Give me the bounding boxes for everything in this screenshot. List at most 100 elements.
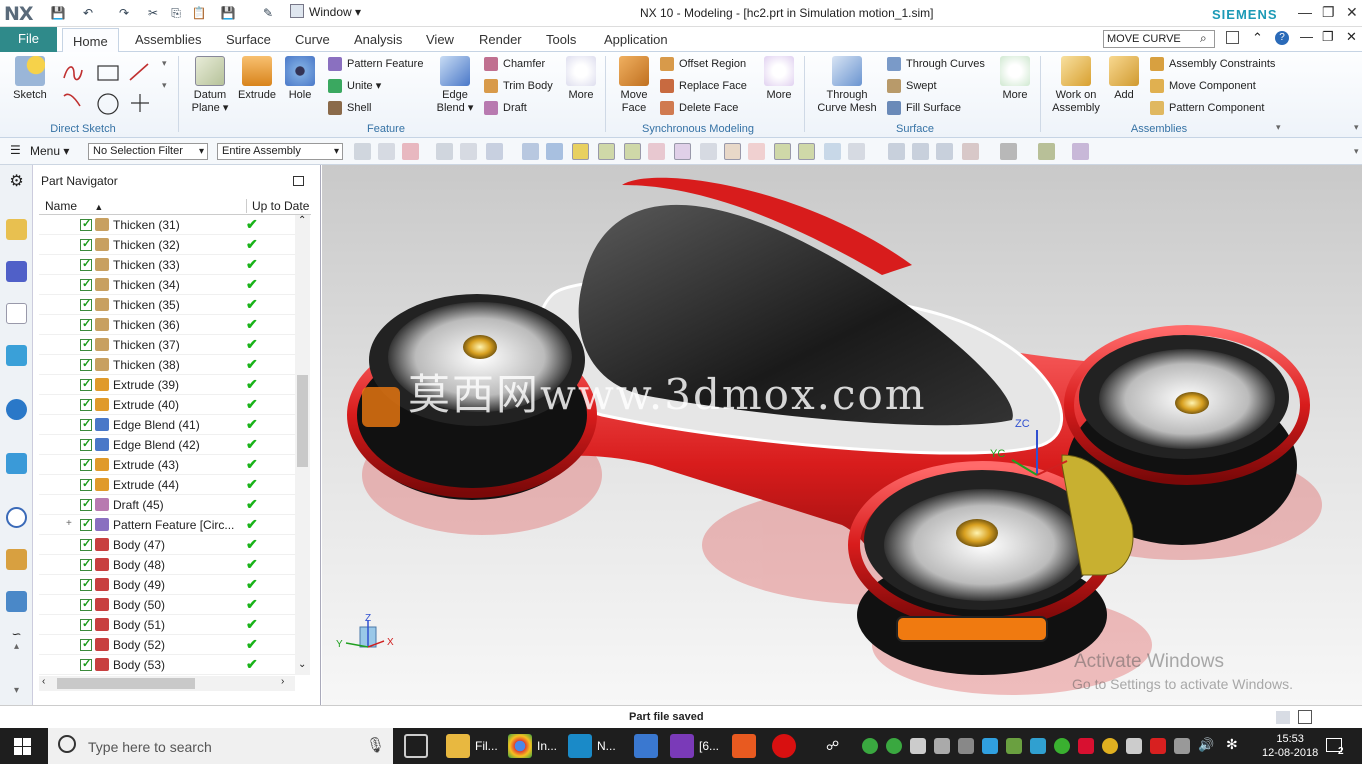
replace-face-button[interactable]: Replace Face xyxy=(660,78,747,94)
pattern-component-button[interactable]: Pattern Component xyxy=(1150,100,1264,116)
onedrive-icon[interactable] xyxy=(958,738,974,754)
intersection-icon[interactable] xyxy=(700,143,717,160)
selection-filter-dropdown[interactable]: No Selection Filter xyxy=(88,143,208,160)
monitor-app-icon[interactable] xyxy=(634,734,658,758)
collapse-ribbon-icon[interactable]: ⌃ xyxy=(1252,30,1263,46)
selection-scope-dropdown[interactable]: Entire Assembly xyxy=(217,143,343,160)
column-uptodate-header[interactable]: Up to Date xyxy=(246,199,309,213)
tab-assemblies[interactable]: Assemblies xyxy=(125,27,211,52)
bounded-grid-icon[interactable] xyxy=(848,143,865,160)
visibility-checkbox[interactable] xyxy=(80,357,92,371)
toolbar-expand-icon[interactable]: ▾ xyxy=(1354,146,1359,157)
horizontal-scrollbar[interactable]: ‹ › xyxy=(39,676,295,691)
edge-blend-button[interactable]: Edge Blend ▾ xyxy=(434,56,476,115)
extrude-button[interactable]: Extrude xyxy=(236,56,278,102)
tree-row[interactable]: Thicken (37) ✔ xyxy=(39,335,295,355)
tree-row[interactable]: Thicken (31) ✔ xyxy=(39,215,295,235)
menu-button[interactable]: Menu ▾ xyxy=(30,144,69,158)
curve-snap-icon[interactable] xyxy=(648,143,665,160)
undo-icon[interactable]: ↶ xyxy=(80,5,96,21)
paste-icon[interactable]: 📋 xyxy=(191,5,207,21)
tray-app-1-icon[interactable] xyxy=(862,738,878,754)
tray-app-4-icon[interactable] xyxy=(934,738,950,754)
tray-app-8-icon[interactable] xyxy=(1054,738,1070,754)
tree-row[interactable]: Thicken (38) ✔ xyxy=(39,355,295,375)
tray-app-9-icon[interactable] xyxy=(1078,738,1094,754)
render-style-icon[interactable] xyxy=(1000,143,1017,160)
brightness-icon[interactable]: ✻ xyxy=(1226,736,1238,753)
point-on-curve-icon[interactable] xyxy=(798,143,815,160)
file-explorer-label[interactable]: Fil... xyxy=(475,739,498,753)
surface-more-button[interactable]: More xyxy=(998,56,1032,102)
tab-curve[interactable]: Curve xyxy=(285,27,340,52)
scroll-right-icon[interactable]: › xyxy=(281,676,284,687)
ribbon-expand-icon[interactable]: ▾ xyxy=(1354,122,1359,133)
direct-sketch-curve-tools[interactable] xyxy=(60,60,160,120)
group-expand-icon[interactable]: ▾ xyxy=(1276,122,1281,133)
visibility-checkbox[interactable] xyxy=(80,417,92,431)
maximize-panel-icon[interactable] xyxy=(293,176,304,186)
orient-view-icon[interactable] xyxy=(962,143,979,160)
delete-face-button[interactable]: Delete Face xyxy=(660,100,738,116)
tab-analysis[interactable]: Analysis xyxy=(344,27,412,52)
windows-start-icon[interactable] xyxy=(14,738,31,755)
rectangle-select-icon[interactable] xyxy=(486,143,503,160)
sync-more-button[interactable]: More xyxy=(762,56,796,102)
vertical-scrollbar[interactable]: ⌃ ⌄ xyxy=(295,215,310,675)
visual-studio-label[interactable]: [6... xyxy=(699,739,719,753)
scroll-left-icon[interactable]: ‹ xyxy=(42,676,45,687)
system-clock[interactable]: 15:53 12-08-2018 xyxy=(1262,732,1318,760)
constraint-navigator-icon[interactable] xyxy=(6,261,27,282)
tab-tools[interactable]: Tools xyxy=(536,27,586,52)
chrome-icon[interactable] xyxy=(508,734,532,758)
visibility-checkbox[interactable] xyxy=(80,297,92,311)
assembly-constraints-button[interactable]: Assembly Constraints xyxy=(1150,56,1275,72)
window-menu[interactable]: Window ▾ xyxy=(309,5,361,19)
tree-row[interactable]: Thicken (35) ✔ xyxy=(39,295,295,315)
settings-icon[interactable]: ⚙ xyxy=(6,171,27,192)
fill-surface-button[interactable]: Fill Surface xyxy=(887,100,961,116)
tree-row[interactable]: Body (50) ✔ xyxy=(39,595,295,615)
doc-minimize-icon[interactable]: — xyxy=(1300,29,1313,44)
tab-render[interactable]: Render xyxy=(469,27,532,52)
visibility-checkbox[interactable] xyxy=(80,637,92,651)
touch-mode-icon[interactable]: ✎ xyxy=(260,5,276,21)
help-icon[interactable]: ? xyxy=(1275,31,1289,45)
visibility-checkbox[interactable] xyxy=(80,437,92,451)
rail-scroll-up-icon[interactable]: ▴ xyxy=(6,641,27,662)
tree-row[interactable]: Edge Blend (41) ✔ xyxy=(39,415,295,435)
control-point-icon[interactable] xyxy=(674,143,691,160)
rotate-icon[interactable] xyxy=(936,143,953,160)
tree-row[interactable]: Body (52) ✔ xyxy=(39,635,295,655)
expand-node-icon[interactable]: + xyxy=(66,518,72,529)
add-component-button[interactable]: Add xyxy=(1108,56,1140,102)
visibility-checkbox[interactable] xyxy=(80,337,92,351)
snap-icon[interactable] xyxy=(354,143,371,160)
through-curve-mesh-button[interactable]: Through Curve Mesh xyxy=(812,56,882,115)
nx-app-label[interactable]: N... xyxy=(597,739,616,753)
visibility-checkbox[interactable] xyxy=(80,517,92,531)
end-point-icon[interactable] xyxy=(598,143,615,160)
feature-more-button[interactable]: More xyxy=(564,56,598,102)
snap-point-icon[interactable] xyxy=(572,143,589,160)
visibility-checkbox[interactable] xyxy=(80,597,92,611)
fit-view-icon[interactable] xyxy=(888,143,905,160)
tree-row[interactable]: Body (49) ✔ xyxy=(39,575,295,595)
copy-icon[interactable]: ⎘ xyxy=(168,5,184,21)
close-icon[interactable]: ✕ xyxy=(1346,4,1358,21)
full-screen-icon[interactable] xyxy=(1298,710,1312,724)
selection-intent-icon[interactable] xyxy=(402,143,419,160)
web-browser-icon[interactable] xyxy=(6,453,27,474)
visibility-checkbox[interactable] xyxy=(80,557,92,571)
task-view-icon[interactable] xyxy=(404,734,428,758)
view-section-icon[interactable] xyxy=(1072,143,1089,160)
tree-row[interactable]: Thicken (33) ✔ xyxy=(39,255,295,275)
visibility-checkbox[interactable] xyxy=(80,377,92,391)
tree-row[interactable]: Extrude (43) ✔ xyxy=(39,455,295,475)
rail-scroll-down-icon[interactable]: ▾ xyxy=(6,685,27,706)
tab-view[interactable]: View xyxy=(416,27,464,52)
mid-point-icon[interactable] xyxy=(624,143,641,160)
select-face-icon[interactable] xyxy=(546,143,563,160)
process-studio-icon[interactable] xyxy=(6,591,27,612)
background-icon[interactable] xyxy=(1038,143,1055,160)
